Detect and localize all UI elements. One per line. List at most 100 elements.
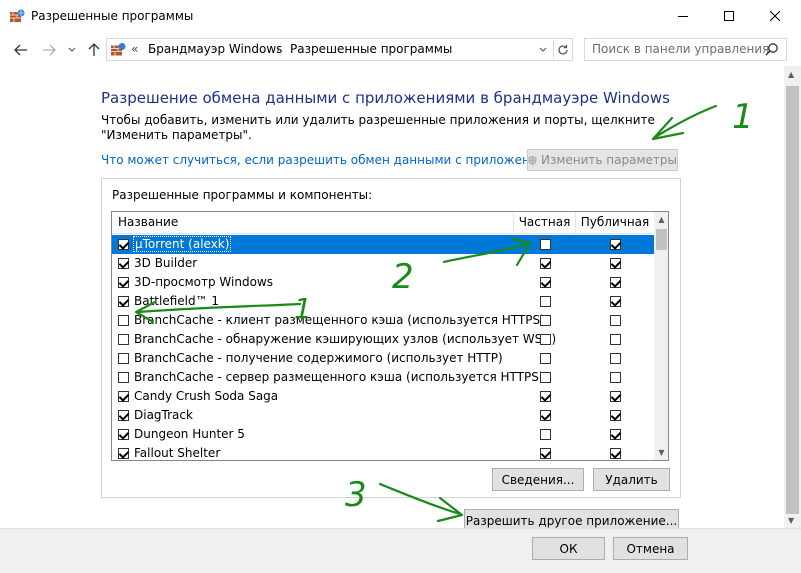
row-private-checkbox[interactable]	[540, 372, 551, 383]
up-button[interactable]	[86, 42, 102, 58]
list-row[interactable]: BranchCache - получение содержимого (исп…	[112, 349, 654, 368]
list-row[interactable]: Fallout Shelter	[112, 444, 654, 460]
arrow-left-icon	[14, 44, 27, 56]
row-name: Dungeon Hunter 5	[134, 427, 245, 441]
row-enabled-checkbox[interactable]	[118, 277, 129, 288]
row-public-checkbox[interactable]	[610, 429, 621, 440]
maximize-icon	[724, 11, 734, 21]
row-public-checkbox[interactable]	[610, 334, 621, 345]
scroll-up-arrow-icon[interactable]: ▲	[654, 212, 668, 227]
row-private-checkbox[interactable]	[540, 334, 551, 345]
row-private-checkbox[interactable]	[540, 410, 551, 421]
ok-button[interactable]: ОК	[532, 537, 605, 560]
list-row[interactable]: BranchCache - обнаружение кэширующих узл…	[112, 330, 654, 349]
cancel-button[interactable]: Отмена	[613, 537, 688, 560]
column-header-public[interactable]: Публичная	[576, 212, 654, 234]
annotation-arrow-icon	[655, 104, 718, 138]
arrow-up-icon	[88, 43, 100, 56]
row-name: Candy Crush Soda Saga	[134, 389, 279, 403]
row-public-checkbox[interactable]	[610, 277, 621, 288]
breadcrumb-separator[interactable]: ›	[276, 42, 281, 56]
back-button[interactable]	[13, 42, 29, 58]
row-name: 3D Builder	[134, 256, 198, 270]
row-enabled-checkbox[interactable]	[118, 258, 129, 269]
risk-info-link[interactable]: Что может случиться, если разрешить обме…	[101, 153, 560, 167]
window-title: Разрешенные программы	[31, 9, 194, 23]
list-scrollbar[interactable]: ▲ ▼	[654, 212, 668, 460]
page-description: Чтобы добавить, изменить или удалить раз…	[101, 113, 655, 142]
column-header-name[interactable]: Название	[112, 212, 514, 234]
list-row[interactable]: Dungeon Hunter 5	[112, 425, 654, 444]
row-enabled-checkbox[interactable]	[118, 296, 129, 307]
forward-button[interactable]	[41, 42, 57, 58]
page-scrollbar-thumb[interactable]	[786, 86, 799, 514]
list-header: Название Частная Публичная	[112, 212, 654, 234]
row-public-checkbox[interactable]	[610, 448, 621, 459]
row-name: DiagTrack	[134, 408, 193, 422]
shield-icon	[528, 155, 537, 165]
row-public-checkbox[interactable]	[610, 391, 621, 402]
recent-pages-button[interactable]	[66, 42, 78, 58]
search-icon[interactable]	[765, 42, 781, 58]
row-private-checkbox[interactable]	[540, 277, 551, 288]
row-name: µTorrent (alexk)	[132, 236, 232, 252]
search-input[interactable]: Поиск в панели управления	[584, 38, 787, 61]
firewall-icon	[110, 42, 126, 57]
row-public-checkbox[interactable]	[610, 258, 621, 269]
list-row[interactable]: BranchCache - сервер размещенного кэша (…	[112, 368, 654, 387]
row-private-checkbox[interactable]	[540, 315, 551, 326]
minimize-button[interactable]	[660, 0, 706, 32]
change-settings-button[interactable]: Изменить параметры	[527, 149, 678, 171]
row-enabled-checkbox[interactable]	[118, 391, 129, 402]
list-row[interactable]: µTorrent (alexk)	[112, 235, 654, 254]
column-header-private[interactable]: Частная	[514, 212, 576, 234]
delete-button[interactable]: Удалить	[593, 468, 670, 491]
row-enabled-checkbox[interactable]	[118, 448, 129, 459]
breadcrumb-allowed-programs[interactable]: Разрешенные программы	[290, 42, 452, 56]
row-name: BranchCache - получение содержимого (исп…	[134, 351, 503, 365]
row-enabled-checkbox[interactable]	[118, 429, 129, 440]
row-public-checkbox[interactable]	[610, 410, 621, 421]
maximize-button[interactable]	[706, 0, 752, 32]
row-enabled-checkbox[interactable]	[118, 410, 129, 421]
address-dropdown-button[interactable]	[534, 42, 552, 58]
row-private-checkbox[interactable]	[540, 296, 551, 307]
refresh-button[interactable]	[553, 40, 572, 59]
row-enabled-checkbox[interactable]	[118, 372, 129, 383]
list-row[interactable]: 3D-просмотр Windows	[112, 273, 654, 292]
row-enabled-checkbox[interactable]	[118, 334, 129, 345]
row-public-checkbox[interactable]	[610, 315, 621, 326]
address-bar[interactable]: « Брандмауэр Windows › Разрешенные прогр…	[106, 38, 573, 61]
programs-list[interactable]: Название Частная Публичная µTorrent (ale…	[111, 211, 669, 461]
scroll-up-arrow-icon[interactable]: ▲	[788, 70, 794, 79]
list-row[interactable]: DiagTrack	[112, 406, 654, 425]
row-public-checkbox[interactable]	[610, 239, 621, 250]
row-name: Fallout Shelter	[134, 446, 221, 460]
row-enabled-checkbox[interactable]	[118, 239, 129, 250]
list-row[interactable]: 3D Builder	[112, 254, 654, 273]
row-public-checkbox[interactable]	[610, 353, 621, 364]
details-button[interactable]: Сведения...	[492, 468, 584, 491]
annotation-number-1: 1	[732, 97, 754, 137]
close-button[interactable]	[752, 0, 798, 32]
list-row[interactable]: Battlefield™ 1	[112, 292, 654, 311]
row-enabled-checkbox[interactable]	[118, 315, 129, 326]
row-private-checkbox[interactable]	[540, 239, 551, 250]
breadcrumb-firewall[interactable]: Брандмауэр Windows	[148, 42, 282, 56]
list-scrollbar-thumb[interactable]	[656, 229, 667, 250]
scroll-down-arrow-icon[interactable]: ▼	[654, 445, 668, 460]
row-private-checkbox[interactable]	[540, 448, 551, 459]
row-name: Battlefield™ 1	[134, 294, 220, 308]
row-public-checkbox[interactable]	[610, 372, 621, 383]
row-enabled-checkbox[interactable]	[118, 353, 129, 364]
row-private-checkbox[interactable]	[540, 258, 551, 269]
list-row[interactable]: BranchCache - клиент размещенного кэша (…	[112, 311, 654, 330]
row-private-checkbox[interactable]	[540, 429, 551, 440]
group-label: Разрешенные программы и компоненты:	[112, 188, 373, 202]
scroll-down-arrow-icon[interactable]: ▼	[788, 516, 794, 525]
list-row[interactable]: Candy Crush Soda Saga	[112, 387, 654, 406]
address-overflow[interactable]: «	[131, 42, 138, 56]
row-private-checkbox[interactable]	[540, 391, 551, 402]
row-private-checkbox[interactable]	[540, 353, 551, 364]
row-public-checkbox[interactable]	[610, 296, 621, 307]
